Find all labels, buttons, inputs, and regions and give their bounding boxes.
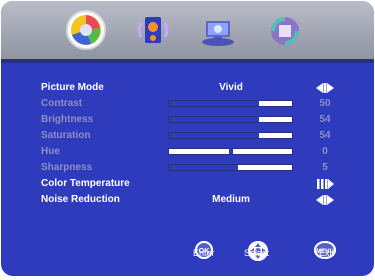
speaker-icon [137,17,169,43]
contrast-fill [169,101,259,106]
color-temperature-label: Color Temperature [41,178,130,189]
submenu-arrow-icon[interactable] [315,178,335,190]
tv-osd-menu: Picture Mode Vivid Contrast 50 Brightnes… [1,1,374,276]
menu-footer: OK Enter Select MENU Exit [1,229,374,276]
saturation-value: 54 [319,130,331,141]
tab-tools[interactable] [263,9,307,51]
picture-menu: Picture Mode Vivid Contrast 50 Brightnes… [1,63,374,233]
row-sharpness[interactable]: Sharpness 5 [1,160,374,176]
picture-mode-value: Vivid [219,82,243,93]
tab-sound[interactable] [131,9,175,51]
contrast-label: Contrast [41,98,83,109]
tab-picture[interactable] [64,9,108,51]
left-right-arrows-icon[interactable] [315,82,335,94]
row-brightness[interactable]: Brightness 54 [1,112,374,128]
sharpness-slider[interactable] [168,164,293,171]
menu-header [1,1,374,59]
sharpness-fill [169,165,238,170]
contrast-value: 50 [319,98,331,109]
brightness-label: Brightness [41,114,94,125]
left-right-arrows-icon[interactable] [315,194,335,206]
sharpness-label: Sharpness [41,162,93,173]
saturation-label: Saturation [41,130,91,141]
hue-label: Hue [41,146,60,157]
hue-slider[interactable] [168,148,293,155]
saturation-fill [169,133,259,138]
hue-value: 0 [322,146,328,157]
select-hint: Select [244,248,270,258]
row-hue[interactable]: Hue 0 [1,144,374,160]
row-noise-reduction[interactable]: Noise Reduction Medium [1,192,374,208]
exit-hint: Exit [319,248,335,258]
contrast-slider[interactable] [168,100,293,107]
enter-hint: Enter [193,248,215,258]
row-picture-mode[interactable]: Picture Mode Vivid [1,80,374,96]
noise-reduction-label: Noise Reduction [41,194,120,205]
brightness-value: 54 [319,114,331,125]
picture-mode-label: Picture Mode [41,82,104,93]
noise-reduction-value: Medium [212,194,250,205]
saturation-slider[interactable] [168,132,293,139]
sharpness-value: 5 [322,162,328,173]
row-saturation[interactable]: Saturation 54 [1,128,374,144]
row-contrast[interactable]: Contrast 50 [1,96,374,112]
brightness-slider[interactable] [168,116,293,123]
setup-icon [202,21,234,46]
picture-icon [66,10,106,50]
row-color-temperature[interactable]: Color Temperature [1,176,374,192]
brightness-fill [169,117,259,122]
hue-marker [228,149,233,154]
tab-setup[interactable] [196,9,240,51]
tools-icon [271,17,299,45]
